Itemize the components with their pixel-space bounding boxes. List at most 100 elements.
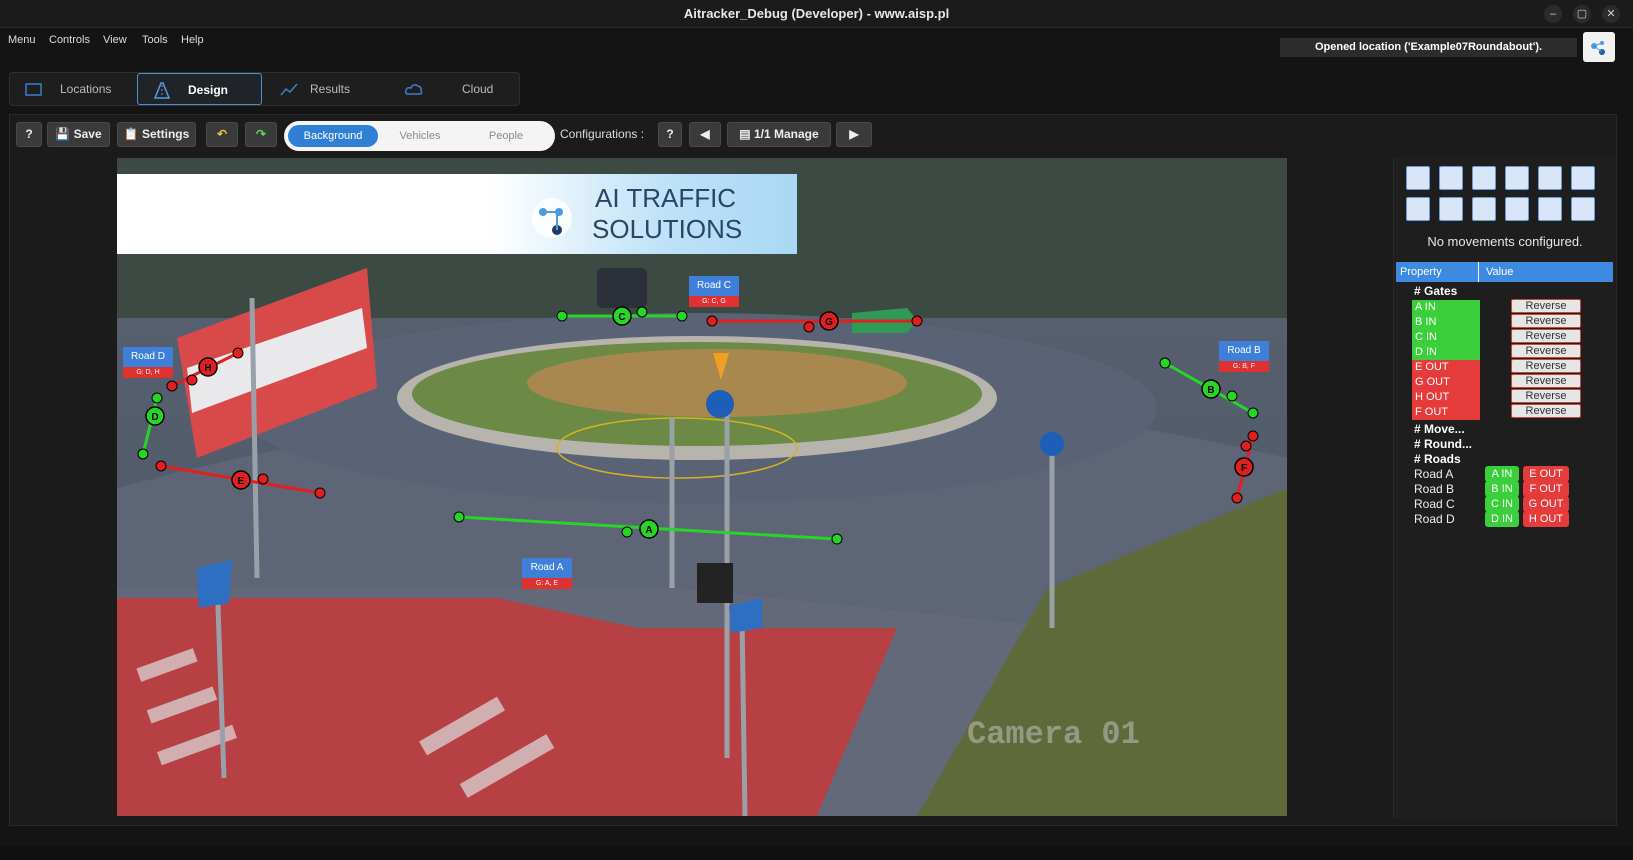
add-roundabout-icon[interactable] <box>1538 166 1562 190</box>
tab-results[interactable]: Results <box>265 73 390 105</box>
gate-marker-e[interactable]: E <box>238 476 245 487</box>
road-tag-c[interactable]: Road C G: C, G <box>689 276 739 307</box>
gate-row[interactable]: F OUT <box>1412 405 1480 420</box>
minimize-icon[interactable]: – <box>1544 5 1562 23</box>
tab-design[interactable]: Design <box>137 73 262 105</box>
help-button[interactable]: ? <box>16 122 42 147</box>
save-icon: 💾 <box>55 127 71 141</box>
maximize-icon[interactable]: ▢ <box>1573 5 1591 23</box>
tab-locations[interactable]: Locations <box>10 73 135 105</box>
gate-row[interactable]: D IN <box>1412 345 1480 360</box>
value-header: Value <box>1486 266 1514 278</box>
menu-item-help[interactable]: Help <box>181 34 204 46</box>
roundabouts-section[interactable]: # Round... <box>1414 437 1472 451</box>
redo-icon: ↷ <box>255 127 267 141</box>
road-out-chip[interactable]: H OUT <box>1523 511 1569 527</box>
share-icon[interactable] <box>1583 32 1615 62</box>
gates-section[interactable]: # Gates <box>1414 284 1457 298</box>
taskbar-strip <box>0 846 1633 860</box>
road-row-label[interactable]: Road D <box>1414 512 1455 526</box>
draw-icon[interactable] <box>1472 197 1496 221</box>
manage-config-button[interactable]: ▤ 1/1 Manage <box>727 122 831 147</box>
reverse-button[interactable]: Reverse <box>1511 329 1581 343</box>
road-tag-d[interactable]: Road D G: D, H <box>123 347 173 378</box>
gate-row[interactable]: C IN <box>1412 330 1480 345</box>
config-help-button[interactable]: ? <box>658 122 682 147</box>
main-tabs: Locations Design Results Cloud <box>9 72 520 106</box>
copy-icon[interactable] <box>1406 197 1430 221</box>
gate-marker-g[interactable]: G <box>825 317 833 328</box>
gate-marker-b[interactable]: B <box>1207 385 1214 396</box>
roundabout-scene: A B C D E F G H Camera 01 <box>117 158 1287 816</box>
redo-button[interactable]: ↷ <box>245 122 277 147</box>
road-out-chip[interactable]: F OUT <box>1523 481 1569 497</box>
movements-section[interactable]: # Move... <box>1414 422 1465 436</box>
magic-wand-icon[interactable] <box>1439 197 1463 221</box>
road-row-label[interactable]: Road A <box>1414 467 1453 481</box>
menu-item-view[interactable]: View <box>103 34 127 46</box>
title-bar: Aitracker_Debug (Developer) - www.aisp.p… <box>0 0 1633 28</box>
road-tag-b[interactable]: Road B G: B, F <box>1219 341 1269 372</box>
banner-line-2: SOLUTIONS <box>592 214 743 244</box>
prev-config-button[interactable]: ◀ <box>689 122 721 147</box>
road-in-chip[interactable]: D IN <box>1485 511 1519 527</box>
road-out-chip[interactable]: E OUT <box>1523 466 1569 482</box>
design-toolbar: ? 💾 Save 📋 Settings ↶ ↷ Background Vehic… <box>16 121 916 152</box>
road-tag-a[interactable]: Road A G: A, E <box>522 558 572 589</box>
gate-row[interactable]: H OUT <box>1412 390 1480 405</box>
menu-item-tools[interactable]: Tools <box>142 34 168 46</box>
road-row-label[interactable]: Road C <box>1414 497 1455 511</box>
reverse-button[interactable]: Reverse <box>1511 299 1581 313</box>
add-gate-icon[interactable] <box>1472 166 1496 190</box>
reverse-button[interactable]: Reverse <box>1511 404 1581 418</box>
no-movements-message: No movements configured. <box>1427 234 1583 249</box>
layer-vehicles[interactable]: Vehicles <box>375 125 465 147</box>
camera-canvas[interactable]: A B C D E F G H Camera 01 AI TRAFFIC SOL… <box>117 158 1287 816</box>
layer-people[interactable]: People <box>461 125 551 147</box>
reverse-button[interactable]: Reverse <box>1511 314 1581 328</box>
add-zone-icon[interactable] <box>1505 166 1529 190</box>
road-icon <box>153 82 171 99</box>
road-in-chip[interactable]: B IN <box>1485 481 1519 497</box>
reverse-button[interactable]: Reverse <box>1511 374 1581 388</box>
select-tool-icon[interactable] <box>1406 166 1430 190</box>
gate-marker-a[interactable]: A <box>645 525 652 536</box>
settings-button[interactable]: 📋 Settings <box>117 122 196 147</box>
camera-watermark: Camera 01 <box>967 716 1140 753</box>
road-row-label[interactable]: Road B <box>1414 482 1454 496</box>
property-table-header: Property Value <box>1396 262 1613 282</box>
roads-section[interactable]: # Roads <box>1414 452 1461 466</box>
next-config-button[interactable]: ▶ <box>836 122 872 147</box>
document-icon: ▤ <box>739 127 751 141</box>
layer-background[interactable]: Background <box>288 125 378 147</box>
comment-icon[interactable] <box>1505 197 1529 221</box>
gate-row[interactable]: G OUT <box>1412 375 1480 390</box>
banner-line-1: AI TRAFFIC <box>595 183 737 213</box>
settings-icon: 📋 <box>123 127 139 141</box>
reverse-button[interactable]: Reverse <box>1511 389 1581 403</box>
undo-icon: ↶ <box>216 127 228 141</box>
add-movement-icon[interactable] <box>1571 166 1595 190</box>
gate-marker-c[interactable]: C <box>618 312 625 323</box>
gate-row[interactable]: A IN <box>1412 300 1480 315</box>
gate-row[interactable]: E OUT <box>1412 360 1480 375</box>
gate-row[interactable]: B IN <box>1412 315 1480 330</box>
gate-marker-d[interactable]: D <box>151 412 158 423</box>
road-in-chip[interactable]: A IN <box>1485 466 1519 482</box>
image-icon[interactable] <box>1538 197 1562 221</box>
reverse-button[interactable]: Reverse <box>1511 359 1581 373</box>
menu-item-menu[interactable]: Menu <box>8 34 36 46</box>
road-in-chip[interactable]: C IN <box>1485 496 1519 512</box>
close-icon[interactable]: ✕ <box>1602 5 1620 23</box>
undo-button[interactable]: ↶ <box>206 122 238 147</box>
road-out-chip[interactable]: G OUT <box>1523 496 1569 512</box>
menu-item-controls[interactable]: Controls <box>49 34 90 46</box>
layer-selector: Background Vehicles People <box>284 121 555 151</box>
gate-marker-f[interactable]: F <box>1241 463 1247 474</box>
delete-icon[interactable] <box>1571 197 1595 221</box>
tab-cloud[interactable]: Cloud <box>390 73 515 105</box>
save-button[interactable]: 💾 Save <box>47 122 110 147</box>
add-road-icon[interactable] <box>1439 166 1463 190</box>
reverse-button[interactable]: Reverse <box>1511 344 1581 358</box>
gate-marker-h[interactable]: H <box>204 363 211 374</box>
